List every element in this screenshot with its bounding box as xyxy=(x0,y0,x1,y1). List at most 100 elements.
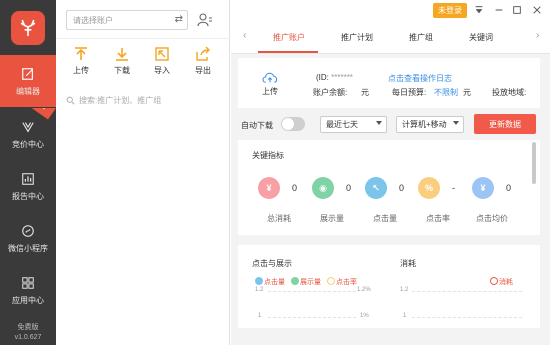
cost-y-tick: 1 xyxy=(403,313,407,319)
export-icon xyxy=(196,46,210,61)
bidding-icon xyxy=(20,119,36,135)
legend-cost-label: 消耗 xyxy=(499,279,513,286)
grid-line xyxy=(412,291,522,292)
kpi-ctr: % - xyxy=(418,177,455,199)
date-range-select[interactable]: 最近七天 xyxy=(320,116,387,133)
chevron-down-icon xyxy=(453,121,459,125)
budget-value-link[interactable]: 不限制 xyxy=(434,87,458,98)
balance-value: 元 xyxy=(361,88,369,97)
edition-label: 免费版 xyxy=(17,324,39,331)
search-icon xyxy=(66,96,75,105)
active-tab-indicator xyxy=(258,51,318,53)
device-select[interactable]: 计算机+移动 xyxy=(396,116,464,133)
dropdown-menu-icon[interactable] xyxy=(472,3,486,17)
toggle-knob xyxy=(282,118,294,130)
legend-clicks-label: 点击量 xyxy=(264,279,285,286)
divider xyxy=(56,38,230,39)
download-button[interactable]: 下载 xyxy=(105,46,139,76)
import-button[interactable]: 导入 xyxy=(145,46,179,76)
upload-label: 上传 xyxy=(73,66,89,75)
kpi-cpc-label: 点击均价 xyxy=(476,214,508,223)
click-cursor-icon: ↖ xyxy=(365,177,387,199)
user-icon[interactable] xyxy=(197,12,213,28)
legend-cost[interactable]: 消耗 xyxy=(490,277,513,287)
nav-item-label: 应用中心 xyxy=(12,295,44,305)
download-icon xyxy=(116,48,128,61)
click-y-right-tick: 1% xyxy=(360,313,369,319)
legend-clicks-swatch xyxy=(255,277,263,285)
kpi-ctr-value: - xyxy=(452,183,455,193)
account-select-placeholder: 请选择账户 xyxy=(73,15,113,25)
download-label: 下载 xyxy=(114,66,130,75)
auto-download-toggle[interactable] xyxy=(281,117,305,131)
operation-log-link[interactable]: 点击查看操作日志 xyxy=(388,73,452,84)
nav-item-bidding[interactable]: HOT 竞价中心 xyxy=(0,108,56,160)
upload-icon xyxy=(75,47,87,60)
kpi-title: 关键指标 xyxy=(252,151,284,160)
nav-item-label: 竞价中心 xyxy=(12,139,44,149)
kpi-ctr-label: 点击率 xyxy=(426,214,450,223)
minimize-icon[interactable] xyxy=(492,3,506,17)
tab-next-icon[interactable]: › xyxy=(536,30,539,41)
edit-icon xyxy=(20,66,36,82)
click-y-left-tick: 1 xyxy=(258,313,262,319)
chevron-down-icon xyxy=(376,121,382,125)
nav-item-apps[interactable]: 应用中心 xyxy=(0,264,56,316)
nav-item-reports[interactable]: 报告中心 xyxy=(0,160,56,212)
legend-impressions[interactable]: 展示量 xyxy=(291,277,321,287)
kpi-cpc-value: 0 xyxy=(506,183,512,193)
tab-plan[interactable]: 推广计划 xyxy=(341,32,373,43)
export-label: 导出 xyxy=(195,66,211,75)
kpi-cost-label: 总消耗 xyxy=(267,214,291,223)
legend-cost-swatch xyxy=(490,277,498,285)
kpi-impressions-value: 0 xyxy=(346,183,352,193)
export-button[interactable]: 导出 xyxy=(186,46,220,76)
grid-apps-icon xyxy=(20,275,36,291)
auto-download-label: 自动下载 xyxy=(241,121,273,130)
account-id-label: (ID: xyxy=(316,73,329,82)
cloud-upload-icon xyxy=(262,72,278,83)
tab-group[interactable]: 推广组 xyxy=(409,32,433,43)
click-chart-title: 点击与展示 xyxy=(252,259,292,268)
legend-clicks[interactable]: 点击量 xyxy=(255,277,285,287)
kpi-impressions-label: 展示量 xyxy=(320,214,344,223)
upload-button[interactable]: 上传 xyxy=(64,46,98,76)
balance-label: 账户余额: xyxy=(313,88,348,97)
tab-keyword[interactable]: 关键词 xyxy=(469,32,493,43)
mini-program-icon xyxy=(20,223,36,239)
grid-line xyxy=(268,291,356,292)
tab-account[interactable]: 推广账户 xyxy=(273,32,305,43)
eye-icon: ◉ xyxy=(312,177,334,199)
campaign-search[interactable]: 搜索:推广计划、推广组 xyxy=(66,95,222,106)
account-select[interactable]: 请选择账户 ⇄ xyxy=(66,10,188,30)
date-range-value: 最近七天 xyxy=(326,120,358,129)
bar-chart-icon xyxy=(20,171,36,187)
click-chart-legend: 点击量 展示量 点击率 xyxy=(255,277,357,287)
account-id: (ID: ******* xyxy=(316,73,353,82)
kpi-impressions: ◉ 0 xyxy=(312,177,351,199)
kpi-clicks: ↖ 0 xyxy=(365,177,404,199)
nav-item-label: 编辑器 xyxy=(16,86,40,96)
cost-y-tick: 1.2 xyxy=(400,287,409,293)
refresh-data-button[interactable]: 更新数据 xyxy=(474,114,536,134)
legend-ctr-swatch xyxy=(327,277,335,285)
swap-icon[interactable]: ⇄ xyxy=(175,14,183,25)
search-placeholder: 搜索:推广计划、推广组 xyxy=(79,96,162,105)
device-value: 计算机+移动 xyxy=(402,120,447,129)
tab-prev-icon[interactable]: ‹ xyxy=(243,30,246,41)
nav-item-mini-program[interactable]: 微信小程序 xyxy=(0,212,56,264)
grid-line xyxy=(412,317,522,318)
left-nav: 编辑器 HOT 竞价中心 报告中心 微信小程序 应用中心 免费版 v1.0.62… xyxy=(0,0,56,345)
click-y-left-tick: 1.2 xyxy=(255,287,264,293)
legend-ctr[interactable]: 点击率 xyxy=(327,277,357,287)
import-icon xyxy=(155,47,169,61)
login-button[interactable]: 未登录 xyxy=(433,3,467,18)
maximize-icon[interactable] xyxy=(510,3,524,17)
cost-chart-title: 消耗 xyxy=(400,259,416,268)
nav-item-editor[interactable]: 编辑器 xyxy=(0,55,56,107)
account-upload-button[interactable]: 上传 xyxy=(258,70,282,97)
account-panel: 请选择账户 ⇄ 上传 下载 导入 导出 搜索:推广计划、推广组 xyxy=(56,0,230,345)
scrollbar[interactable] xyxy=(532,142,536,184)
budget-label: 每日预算: xyxy=(392,88,427,97)
close-icon[interactable] xyxy=(530,3,544,17)
